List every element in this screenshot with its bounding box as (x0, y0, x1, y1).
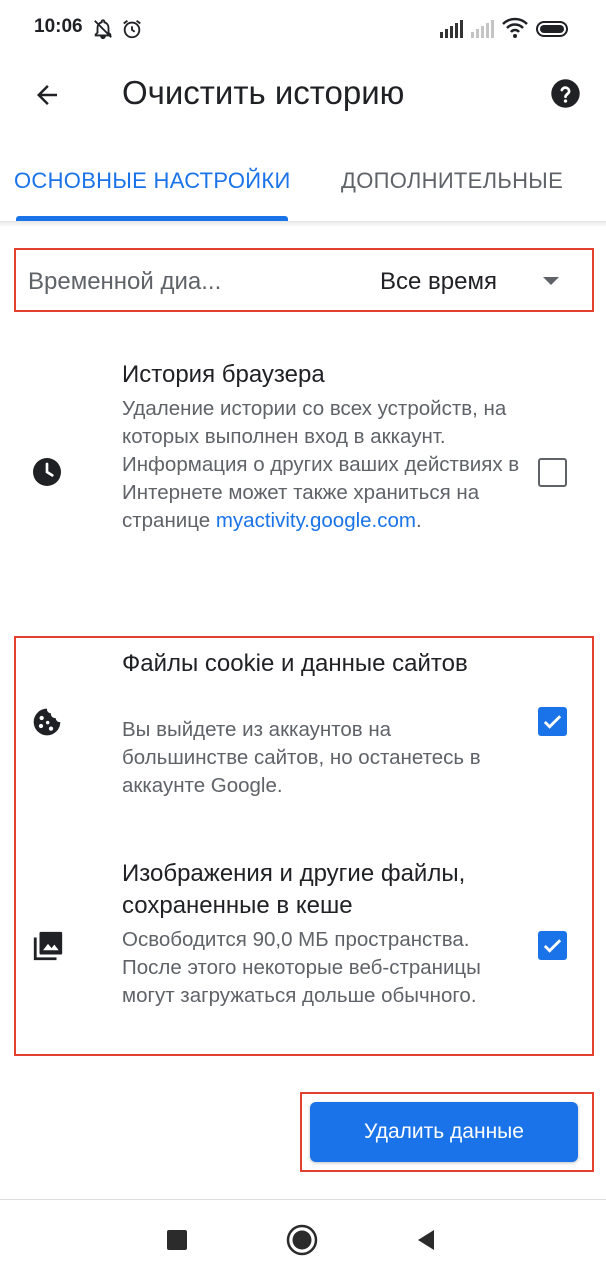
arrow-left-icon[interactable] (32, 80, 62, 110)
cache-checkbox[interactable] (538, 931, 567, 960)
browsing-history-checkbox[interactable] (538, 458, 567, 487)
cache-title: Изображения и другие файлы, сохраненные … (122, 860, 466, 919)
alarm-icon (123, 20, 141, 39)
myactivity-link[interactable]: myactivity.google.com (216, 509, 416, 532)
cookie-icon (33, 708, 61, 736)
cookies-title: Файлы cookie и данные сайтов (122, 650, 468, 677)
signal-no-sim-icon (471, 18, 494, 38)
checkmark-icon (543, 715, 562, 729)
browsing-history-title: История браузера (122, 361, 325, 388)
page-title: Очистить историю (122, 74, 405, 111)
home-circle-icon[interactable] (286, 1224, 318, 1256)
dropdown-arrow-icon[interactable] (543, 277, 559, 285)
images-icon (33, 931, 63, 961)
wifi-icon (502, 17, 528, 38)
tab-basic-settings[interactable]: ОСНОВНЫЕ НАСТРОЙКИ (14, 168, 291, 194)
battery-icon (536, 21, 568, 37)
notifications-off-icon (94, 19, 112, 40)
cache-description: Освободится 90,0 МБ пространства. После … (122, 928, 481, 1007)
clock-icon (33, 458, 61, 486)
help-icon[interactable] (550, 78, 581, 109)
cookies-checkbox[interactable] (538, 707, 567, 736)
tab-bar-shadow (0, 221, 606, 227)
browsing-history-description: Удаление истории со всех устройств, на к… (122, 397, 520, 532)
recents-square-icon[interactable] (167, 1230, 187, 1250)
nav-bar-divider (0, 1199, 606, 1200)
checkmark-icon (543, 939, 562, 953)
tab-advanced-settings[interactable]: ДОПОЛНИТЕЛЬНЫЕ (341, 168, 563, 194)
delete-data-button[interactable]: Удалить данные (310, 1102, 578, 1162)
status-time: 10:06 (34, 16, 83, 37)
time-range-label: Временной диа... (28, 268, 222, 295)
cookies-description: Вы выйдете из аккаунтов на большинстве с… (122, 718, 481, 797)
back-triangle-icon[interactable] (416, 1229, 436, 1251)
time-range-select[interactable]: Все время (380, 268, 497, 296)
signal-icon (440, 18, 463, 38)
